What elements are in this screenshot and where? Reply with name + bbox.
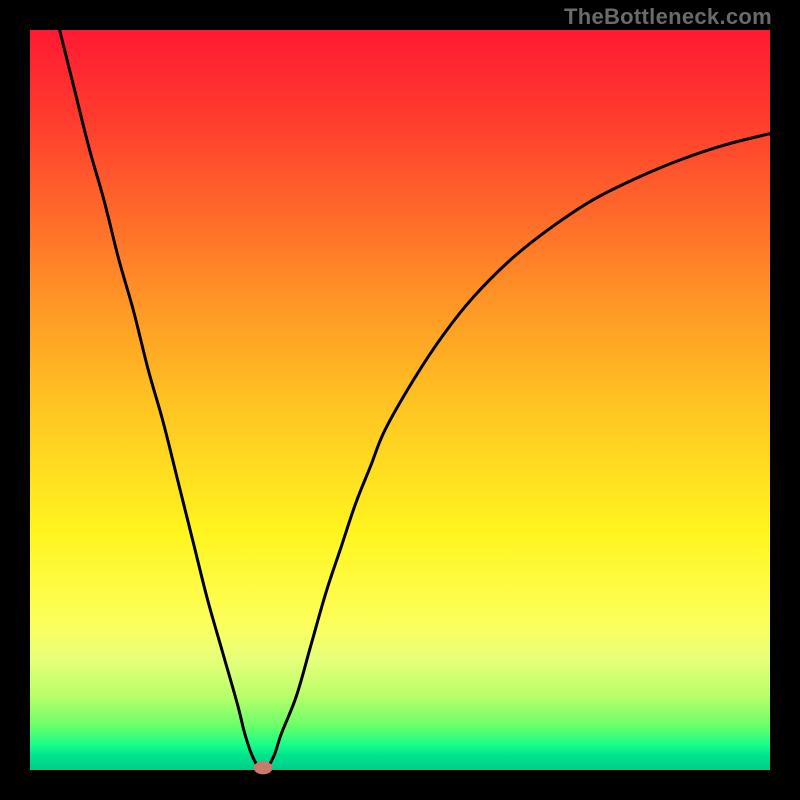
watermark-text: TheBottleneck.com (564, 4, 772, 30)
chart-frame: TheBottleneck.com (0, 0, 800, 800)
bottleneck-curve (60, 30, 770, 769)
minimum-marker (254, 762, 272, 774)
chart-svg (30, 30, 770, 770)
plot-area (30, 30, 770, 770)
